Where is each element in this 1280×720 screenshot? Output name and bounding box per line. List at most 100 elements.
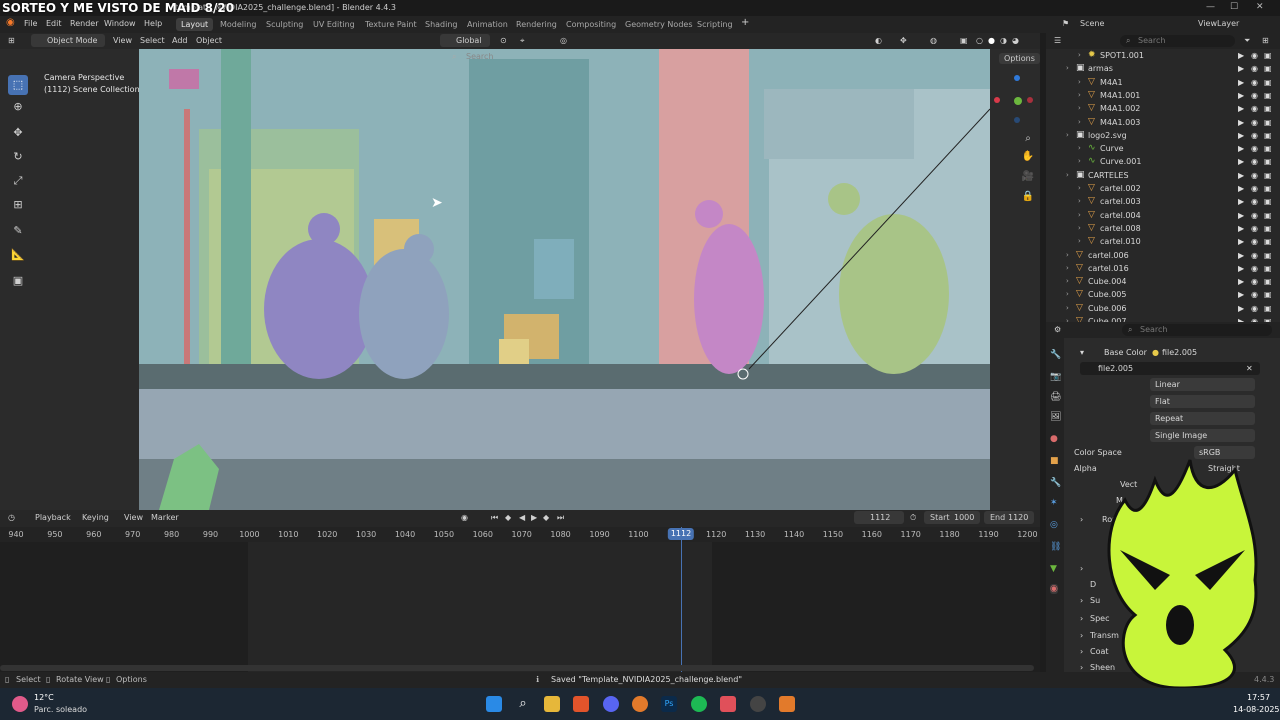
tab-rendering[interactable]: Rendering	[511, 18, 562, 31]
menu-view[interactable]: View	[113, 36, 132, 45]
outliner-row[interactable]: › ▽ Cube.004 ▶ ◉ ▣	[1046, 275, 1280, 288]
expand-arrow-icon[interactable]: ›	[1066, 277, 1069, 285]
eye-icon[interactable]: ◉	[1251, 197, 1258, 206]
blender-taskbar-icon[interactable]	[632, 696, 648, 712]
next-key-icon[interactable]: ◆	[543, 513, 549, 522]
extension-dropdown[interactable]: Repeat	[1150, 412, 1255, 425]
3d-viewport[interactable]: ⬚ ⊕ ✥ ↻ ⤢ ⊞ ✎ 📐 ▣ Camera Perspective (11…	[0, 49, 1040, 510]
menu-window[interactable]: Window	[104, 19, 136, 28]
blender-logo-icon[interactable]: ◉	[6, 17, 15, 28]
play-reverse-icon[interactable]: ◀	[519, 513, 525, 522]
eye-icon[interactable]: ◉	[1251, 131, 1258, 140]
expand-arrow-icon[interactable]: ›	[1078, 224, 1081, 232]
transmission-expand-icon[interactable]: ›	[1080, 631, 1083, 640]
eye-icon[interactable]: ◉	[1251, 78, 1258, 87]
eye-icon[interactable]: ◉	[1251, 51, 1258, 60]
expand-arrow-icon[interactable]: ›	[1078, 197, 1081, 205]
add-cube-tool-icon[interactable]: ▣	[8, 271, 28, 291]
camera-render-icon[interactable]: ▣	[1264, 51, 1272, 60]
outliner-row[interactable]: › ▣ armas ▶ ◉ ▣	[1046, 62, 1280, 75]
minimize-icon[interactable]: —	[1206, 2, 1215, 12]
interpolation-dropdown[interactable]: Linear	[1150, 378, 1255, 391]
discord-icon[interactable]	[603, 696, 619, 712]
select-arrow-icon[interactable]: ▶	[1238, 304, 1244, 313]
select-arrow-icon[interactable]: ▶	[1238, 277, 1244, 286]
modifier-tab-icon[interactable]: 🔧	[1050, 478, 1061, 488]
image-selector[interactable]: file2.005	[1080, 362, 1260, 375]
outliner-row[interactable]: › ▣ CARTELES ▶ ◉ ▣	[1046, 169, 1280, 182]
eye-icon[interactable]: ◉	[1251, 237, 1258, 246]
record-icon[interactable]: ◉	[461, 513, 468, 522]
photoshop-icon[interactable]: Ps	[661, 696, 677, 712]
diffuse-expand-icon[interactable]: ›	[1080, 564, 1083, 573]
lock-camera-icon[interactable]: 🔒	[1018, 187, 1038, 207]
rendered-shading-icon[interactable]: ◕	[1012, 36, 1019, 45]
tab-geometry-nodes[interactable]: Geometry Nodes	[620, 18, 697, 31]
eye-icon[interactable]: ◉	[1251, 304, 1258, 313]
start-menu-icon[interactable]	[486, 696, 502, 712]
camera-render-icon[interactable]: ▣	[1264, 304, 1272, 313]
preview-range-icon[interactable]: ⏱	[910, 513, 916, 523]
select-arrow-icon[interactable]: ▶	[1238, 78, 1244, 87]
outliner-row[interactable]: › ▽ cartel.004 ▶ ◉ ▣	[1046, 209, 1280, 222]
outliner-row[interactable]: › ▽ cartel.016 ▶ ◉ ▣	[1046, 262, 1280, 275]
select-arrow-icon[interactable]: ▶	[1238, 197, 1244, 206]
eye-icon[interactable]: ◉	[1251, 104, 1258, 113]
camera-render-icon[interactable]: ▣	[1264, 78, 1272, 87]
proportional-edit-icon[interactable]: ◎	[560, 36, 567, 45]
expand-arrow-icon[interactable]: ›	[1078, 157, 1081, 165]
expand-arrow-icon[interactable]: ›	[1078, 78, 1081, 86]
brave-browser-icon[interactable]	[573, 696, 589, 712]
outliner-search-input[interactable]: ⌕ Search	[1120, 35, 1235, 47]
properties-search-input[interactable]: ⌕ Search	[1122, 324, 1272, 336]
camera-render-icon[interactable]: ▣	[1264, 290, 1272, 299]
menu-select[interactable]: Select	[140, 36, 165, 45]
expand-arrow-icon[interactable]: ›	[1078, 91, 1081, 99]
eye-icon[interactable]: ◉	[1251, 184, 1258, 193]
select-arrow-icon[interactable]: ▶	[1238, 157, 1244, 166]
camera-render-icon[interactable]: ▣	[1264, 251, 1272, 260]
timeline-ruler[interactable]: 940 950 960 970 980 990 1000 1010 1020 1030 1040 10…	[0, 527, 1040, 542]
projection-dropdown[interactable]: Flat	[1150, 395, 1255, 408]
menu-edit[interactable]: Edit	[46, 19, 62, 28]
overlay-icon[interactable]: ◍	[930, 36, 937, 45]
play-icon[interactable]: ▶	[531, 513, 537, 522]
outliner-row[interactable]: › ▽ M4A1 ▶ ◉ ▣	[1046, 76, 1280, 89]
tab-sculpting[interactable]: Sculpting	[261, 18, 308, 31]
particles-tab-icon[interactable]: ✶	[1050, 498, 1058, 508]
expand-arrow-icon[interactable]: ›	[1078, 118, 1081, 126]
end-frame-field[interactable]: End 1120	[984, 511, 1034, 524]
tab-uv-editing[interactable]: UV Editing	[308, 18, 360, 31]
expand-arrow-icon[interactable]: ›	[1066, 251, 1069, 259]
eye-icon[interactable]: ◉	[1251, 64, 1258, 73]
camera-render-icon[interactable]: ▣	[1264, 224, 1272, 233]
coat-expand-icon[interactable]: ›	[1080, 647, 1083, 656]
outliner-editor-icon[interactable]: ☰	[1054, 36, 1061, 45]
select-arrow-icon[interactable]: ▶	[1238, 264, 1244, 273]
select-arrow-icon[interactable]: ▶	[1238, 144, 1244, 153]
select-arrow-icon[interactable]: ▶	[1238, 171, 1244, 180]
camera-view-icon[interactable]: 🎥	[1018, 167, 1038, 187]
properties-editor-icon[interactable]: ⚙	[1054, 325, 1061, 334]
material-shading-icon[interactable]: ◑	[1000, 36, 1007, 45]
eye-icon[interactable]: ◉	[1251, 157, 1258, 166]
pan-hand-icon[interactable]: ✋	[1018, 147, 1038, 167]
maximize-icon[interactable]: ☐	[1230, 2, 1238, 12]
orientation-dropdown[interactable]: Global	[440, 34, 490, 47]
roughness-expand-icon[interactable]: ›	[1080, 515, 1083, 524]
start-frame-field[interactable]: Start 1000	[924, 511, 980, 524]
expand-arrow-icon[interactable]: ›	[1078, 184, 1081, 192]
expand-arrow-icon[interactable]: ›	[1066, 171, 1069, 179]
menu-object[interactable]: Object	[196, 36, 222, 45]
select-arrow-icon[interactable]: ▶	[1238, 118, 1244, 127]
pivot-icon[interactable]: ⊙	[500, 36, 507, 45]
current-frame-field[interactable]: 1112	[854, 511, 904, 524]
outliner-row[interactable]: › ▽ cartel.002 ▶ ◉ ▣	[1046, 182, 1280, 195]
outliner-row[interactable]: › ▽ cartel.008 ▶ ◉ ▣	[1046, 222, 1280, 235]
tab-compositing[interactable]: Compositing	[561, 18, 621, 31]
snap-icon[interactable]: ⌖	[520, 36, 525, 46]
outliner-row[interactable]: › ▽ M4A1.003 ▶ ◉ ▣	[1046, 116, 1280, 129]
options-dropdown[interactable]: Options	[999, 53, 1040, 64]
jump-start-icon[interactable]: ⏮	[491, 513, 498, 523]
cursor-tool-icon[interactable]: ⊕	[8, 97, 28, 117]
